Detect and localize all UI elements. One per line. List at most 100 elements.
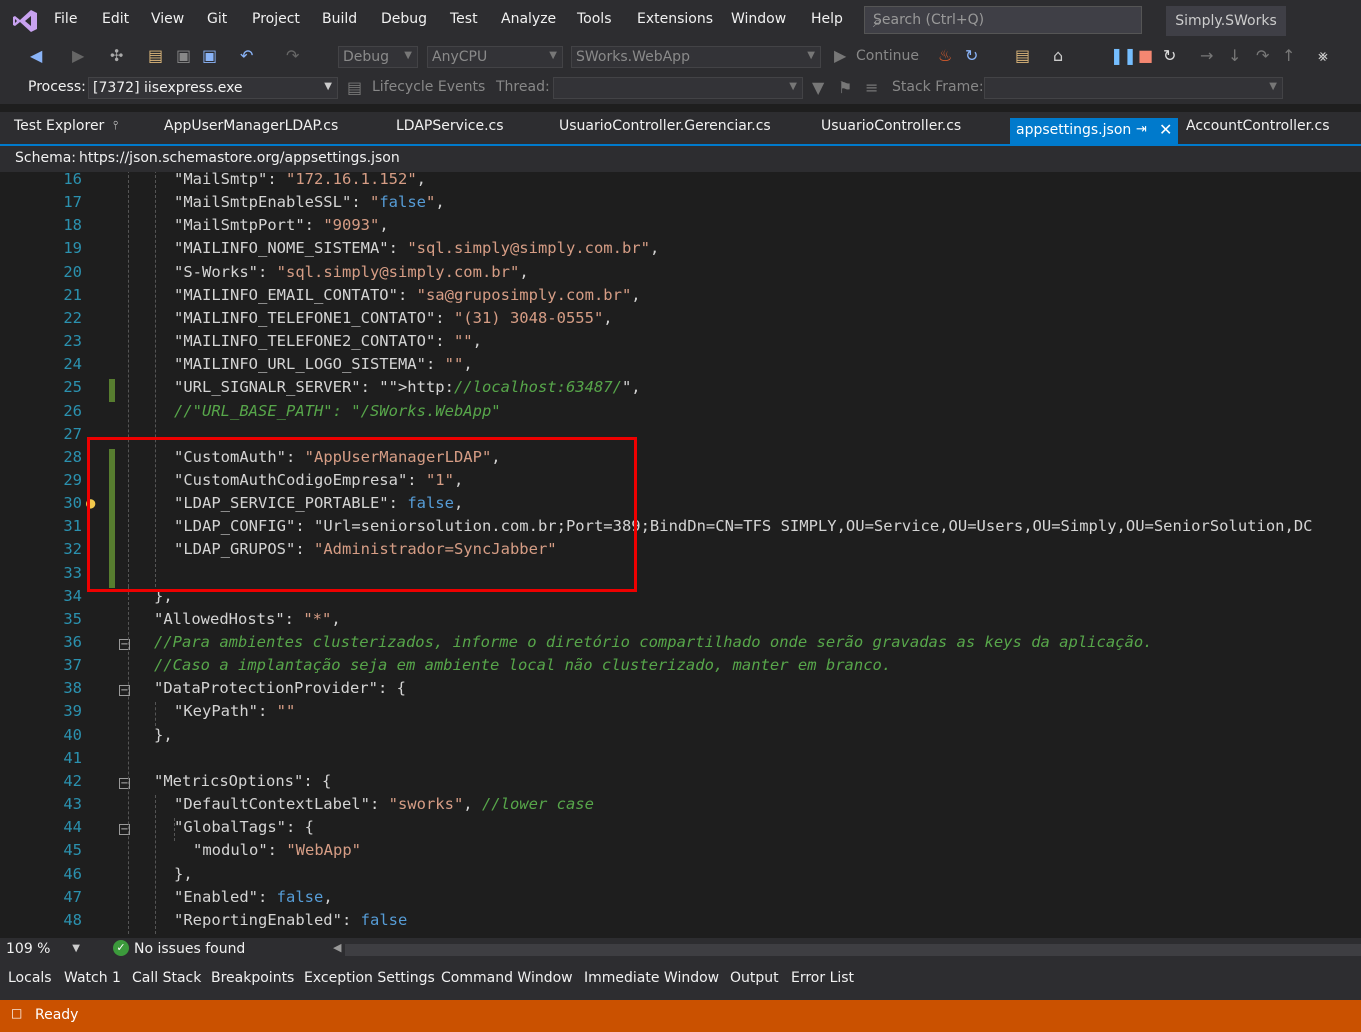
code-line[interactable]: "MetricsOptions": { xyxy=(154,772,331,790)
process-dropdown[interactable]: [7372] iisexpress.exe ▼ xyxy=(88,77,338,99)
line-number: 18 xyxy=(63,216,82,235)
tab-error-list[interactable]: Error List xyxy=(791,970,854,986)
tab-watch-1[interactable]: Watch 1 xyxy=(64,970,121,986)
step-over-icon[interactable]: → xyxy=(1200,46,1213,65)
continue-button[interactable]: Continue xyxy=(856,48,919,64)
code-line[interactable]: "DataProtectionProvider": { xyxy=(154,679,406,697)
restart-icon[interactable]: ↻ xyxy=(965,46,978,65)
menu-git[interactable]: Git xyxy=(207,11,227,27)
home-icon[interactable]: ⌂ xyxy=(1053,46,1063,65)
code-line[interactable]: "MAILINFO_EMAIL_CONTATO": "sa@gruposimpl… xyxy=(174,286,641,304)
diagnostics-icon[interactable]: ⨳ xyxy=(1318,46,1328,66)
tab-accountcontroller[interactable]: AccountController.cs xyxy=(1186,118,1330,134)
code-line[interactable]: "GlobalTags": { xyxy=(174,818,314,836)
code-line[interactable]: "AllowedHosts": "*", xyxy=(154,610,341,628)
visual-studio-logo-icon[interactable] xyxy=(12,8,38,34)
tab-usuariocontroller-gerenciar[interactable]: UsuarioController.Gerenciar.cs xyxy=(559,118,771,134)
save-icon[interactable]: ▣ xyxy=(176,46,191,65)
menu-help[interactable]: Help xyxy=(811,11,843,27)
code-line[interactable]: "MAILINFO_NOME_SISTEMA": "sql.simply@sim… xyxy=(174,239,659,257)
code-line[interactable]: "KeyPath": "" xyxy=(174,702,295,720)
lifecycle-events-button[interactable]: Lifecycle Events xyxy=(372,79,485,95)
issues-status[interactable]: No issues found xyxy=(134,941,245,957)
pin-icon[interactable]: ⇥ xyxy=(1136,122,1147,137)
step-up-icon[interactable]: ↑ xyxy=(1282,46,1295,65)
tab-appusermanagerldap[interactable]: AppUserManagerLDAP.cs xyxy=(164,118,338,134)
search-input[interactable]: Search (Ctrl+Q) ⌕ xyxy=(864,6,1142,34)
save-all-icon[interactable]: ▣ xyxy=(202,46,217,65)
code-line[interactable]: "DefaultContextLabel": "sworks", //lower… xyxy=(174,795,594,813)
line-number: 43 xyxy=(63,795,82,814)
menu-debug[interactable]: Debug xyxy=(381,11,427,27)
tab-appsettings-json[interactable]: appsettings.json ⇥ ✕ xyxy=(1010,118,1178,144)
code-line[interactable]: "Enabled": false, xyxy=(174,888,333,906)
undo-icon[interactable]: ↶ xyxy=(240,46,253,65)
code-line[interactable]: "MAILINFO_URL_LOGO_SISTEMA": "", xyxy=(174,355,473,373)
tab-command-window[interactable]: Command Window xyxy=(441,970,573,986)
menu-build[interactable]: Build xyxy=(322,11,357,27)
code-line[interactable]: "MAILINFO_TELEFONE2_CONTATO": "", xyxy=(174,332,482,350)
pause-icon[interactable]: ❚❚ xyxy=(1110,46,1137,65)
step-out-icon[interactable]: ↷ xyxy=(1256,46,1269,65)
tab-usuariocontroller[interactable]: UsuarioController.cs xyxy=(821,118,961,134)
tab-exception-settings[interactable]: Exception Settings xyxy=(304,970,435,986)
platform-dropdown[interactable]: AnyCPU ▼ xyxy=(427,46,563,68)
navigate-back-icon[interactable]: ◀ xyxy=(30,46,42,65)
stack-frame-dropdown[interactable]: ▼ xyxy=(984,77,1283,99)
close-icon[interactable]: ✕ xyxy=(1159,120,1172,139)
startup-project-dropdown[interactable]: SWorks.WebApp ▼ xyxy=(571,46,821,68)
solution-config-dropdown[interactable]: Debug ▼ xyxy=(338,46,418,68)
code-line[interactable]: }, xyxy=(174,865,193,883)
tab-immediate-window[interactable]: Immediate Window xyxy=(584,970,719,986)
menu-tools[interactable]: Tools xyxy=(577,11,612,27)
tab-locals[interactable]: Locals xyxy=(8,970,52,986)
lifecycle-icon: ▤ xyxy=(347,78,363,97)
menu-file[interactable]: File xyxy=(54,11,77,27)
redo-icon[interactable]: ↷ xyxy=(286,46,299,65)
code-line[interactable]: "MAILINFO_TELEFONE1_CONTATO": "(31) 3048… xyxy=(174,309,613,327)
check-icon: ✓ xyxy=(113,940,129,956)
code-line[interactable]: "MailSmtpEnableSSL": "false", xyxy=(174,193,445,211)
tab-ldapservice[interactable]: LDAPService.cs xyxy=(396,118,504,134)
open-file-icon[interactable]: ▤ xyxy=(148,46,163,65)
code-line[interactable]: "S-Works": "sql.simply@simply.com.br", xyxy=(174,263,529,281)
schema-url[interactable]: https://json.schemastore.org/appsettings… xyxy=(79,150,400,166)
horizontal-scrollbar[interactable] xyxy=(345,944,1361,956)
tab-call-stack[interactable]: Call Stack xyxy=(132,970,201,986)
folder-icon[interactable]: ▤ xyxy=(1015,46,1030,65)
menu-extensions[interactable]: Extensions xyxy=(637,11,713,27)
code-line[interactable]: }, xyxy=(154,726,173,744)
menu-analyze[interactable]: Analyze xyxy=(501,11,556,27)
pin-icon[interactable]: ⫯ xyxy=(113,118,118,133)
code-line[interactable]: "MailSmtpPort": "9093", xyxy=(174,216,389,234)
code-line[interactable]: //Para ambientes clusterizados, informe … xyxy=(154,633,1153,651)
thread-dropdown[interactable]: ▼ xyxy=(553,77,803,99)
flag-icon[interactable]: ⚑ xyxy=(838,78,852,97)
zoom-dropdown[interactable]: 109 % ▼ xyxy=(6,941,84,959)
hot-reload-icon[interactable]: ♨ xyxy=(938,46,952,65)
stop-icon[interactable]: ■ xyxy=(1138,46,1153,65)
menu-window[interactable]: Window xyxy=(731,11,786,27)
menu-project[interactable]: Project xyxy=(252,11,300,27)
code-line[interactable]: "ReportingEnabled": false xyxy=(174,911,407,929)
new-project-icon[interactable]: ✣ xyxy=(110,46,123,65)
code-line[interactable]: "modulo": "WebApp" xyxy=(193,841,361,859)
menu-edit[interactable]: Edit xyxy=(102,11,129,27)
tab-breakpoints[interactable]: Breakpoints xyxy=(211,970,294,986)
restart-debug-icon[interactable]: ↻ xyxy=(1163,46,1176,65)
code-line[interactable]: "MailSmtp": "172.16.1.152", xyxy=(174,172,426,188)
tab-test-explorer[interactable]: Test Explorer xyxy=(14,118,104,134)
step-into-icon[interactable]: ↓ xyxy=(1228,46,1241,65)
filter-icon[interactable]: ▼ xyxy=(812,78,824,97)
navigate-forward-icon[interactable]: ▶ xyxy=(72,46,84,65)
tab-output[interactable]: Output xyxy=(730,970,779,986)
menu-view[interactable]: View xyxy=(151,11,184,27)
chevron-down-icon: ▼ xyxy=(807,50,815,61)
solution-name[interactable]: Simply.SWorks xyxy=(1166,6,1286,36)
process-value: [7372] iisexpress.exe xyxy=(93,80,243,96)
scroll-left-icon[interactable]: ◀ xyxy=(333,941,341,954)
menu-test[interactable]: Test xyxy=(450,11,478,27)
code-line[interactable]: "URL_SIGNALR_SERVER": "">http://localhos… xyxy=(174,378,641,396)
code-line[interactable]: //Caso a implantação seja em ambiente lo… xyxy=(154,656,891,674)
code-line[interactable]: //"URL_BASE_PATH": "/SWorks.WebApp" xyxy=(174,402,501,420)
